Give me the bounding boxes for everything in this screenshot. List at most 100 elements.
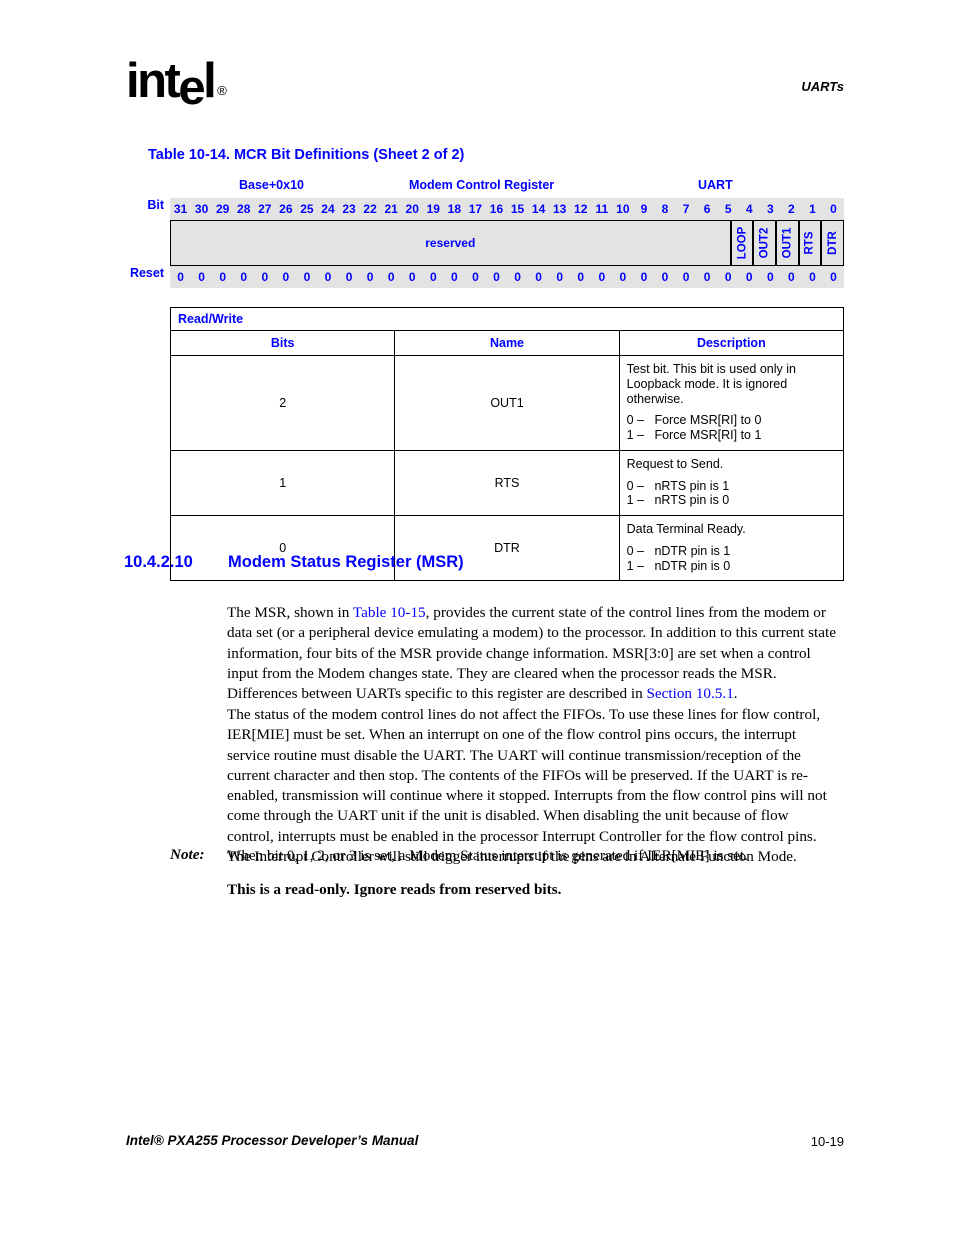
logo-text-post: l [203,54,217,108]
reset-value-bit-24: 0 [324,270,332,284]
reset-value-bit-15: 0 [514,270,521,284]
cell-description: Request to Send. 0 – nRTS pin is 11 – nRT… [618,449,845,517]
reset-value-bit-4: 0 [745,270,753,284]
logo-text-e: e [178,61,205,115]
xref-section-10-5-1[interactable]: Section 10.5.1 [646,685,733,702]
column-header-description: Description [618,330,845,356]
bit-number-10: 10 [616,202,630,216]
section-number: 10.4.2.10 [124,553,193,571]
register-field-out2: OUT2 [753,220,776,266]
reset-value-bit-2: 0 [788,270,795,284]
column-header-bits: Bits [169,330,396,356]
description-option-0: 0 – nRTS pin is 1 [626,478,730,493]
column-header-name: Name [394,330,620,356]
para1-text-a: The MSR, shown in [227,604,353,622]
intel-logo: intel ® [126,54,227,113]
reset-value-bit-0: 0 [830,270,837,284]
xref-table-10-15[interactable]: Table 10-15 [353,604,426,621]
bit-number-11: 11 [595,202,609,216]
reset-value-bit-8: 0 [661,270,669,284]
bit-number-25: 25 [300,202,314,216]
bit-number-22: 22 [363,202,377,216]
bit-number-8: 8 [661,202,669,216]
bit-number-29: 29 [215,202,230,216]
cell-description: Data Terminal Ready. 0 – nDTR pin is 11 –… [618,514,845,582]
table-caption: Table 10-14. MCR Bit Definitions (Sheet … [148,147,465,163]
cell-bits: 1 [169,449,396,517]
bit-number-14: 14 [531,202,546,216]
reset-value-bit-10: 0 [619,270,627,284]
reset-value-bit-5: 0 [724,270,732,284]
reset-value-bit-30: 0 [198,270,205,284]
bit-number-row: Bit 31 30 29 28 27 26 25 24 23 22 21 20 19 18 17 16 15 14… [147,198,844,220]
reset-value-bit-12: 0 [577,270,585,284]
access-type: Read/Write [170,307,844,331]
bit-number-30: 30 [194,202,209,216]
reset-value-bit-16: 0 [493,270,500,284]
bit-number-23: 23 [342,202,356,216]
cell-bits: 2 [169,355,396,451]
reset-value-bit-6: 0 [703,270,711,284]
bit-number-15: 15 [510,202,525,216]
note-text: When bit 0, 1, 2, or 3 is set, a Modem S… [227,847,748,864]
bit-number-26: 26 [279,202,293,216]
page-header: intel ® UARTs [0,0,954,130]
bit-definitions-table: Read/Write Bits Name Description 2 OUT1 Te… [169,307,845,582]
reset-value-bit-9: 0 [640,270,648,284]
field-label-out2: OUT2 [758,227,771,259]
bit-number-13: 13 [552,202,567,216]
register-unit: UART [698,178,733,192]
register-field-loop: LOOP [730,220,754,266]
section-heading: 10.4.2.10 Modem Status Register (MSR) [124,553,464,572]
reset-value-row: Reset 00000000000000000000000000000000 [130,266,844,288]
reset-value-bit-22: 0 [366,270,374,284]
access-row: Read/Write [170,307,844,331]
reset-value-bit-7: 0 [682,270,690,284]
description-option-1: 1 – nDTR pin is 0 [626,558,731,573]
column-header-row: Bits Name Description [169,330,845,356]
registered-trademark-icon: ® [217,83,227,98]
cell-name: OUT1 [394,355,620,451]
reset-value-bit-13: 0 [556,270,563,284]
reset-value-bit-3: 0 [766,270,774,284]
reset-value-bit-17: 0 [472,270,479,284]
bit-number-27: 27 [258,202,272,216]
paragraph-flow-control: The status of the modem control lines do… [227,706,827,865]
reset-value-bit-1: 0 [809,270,816,284]
register-field-dtr: DTR [821,220,844,266]
reset-value-bit-25: 0 [303,270,311,284]
description-option-1: 1 – Force MSR[RI] to 1 [626,428,762,442]
reset-value-bit-28: 0 [240,270,248,284]
register-name: Modem Control Register [409,178,555,192]
read-only-note: This is a read-only. Ignore reads from r… [227,881,562,898]
bit-number-17: 17 [468,202,483,216]
reset-value-bit-27: 0 [261,270,269,284]
bit-number-16: 16 [489,202,504,216]
description-lead: Test bit. This bit is used only in Loopb… [626,362,796,406]
reset-value-bit-20: 0 [408,270,416,284]
register-banner: Base+0x10 Modem Control Register UART [170,178,844,198]
reset-value-bit-29: 0 [219,270,226,284]
bit-number-9: 9 [640,202,648,216]
register-field-rts: RTS [798,220,822,266]
bit-number-6: 6 [703,202,711,216]
page-footer: Intel® PXA255 Processor Developer’s Manu… [126,1133,844,1153]
reset-row-label: Reset [129,266,164,280]
register-field-row: reserved LOOP OUT2 OUT1 RTS DTR [170,220,844,266]
bit-number-28: 28 [237,202,251,216]
bit-number-21: 21 [384,202,398,216]
bit-number-18: 18 [447,202,462,216]
register-field-reserved: reserved [170,220,731,266]
description-option-1: 1 – nRTS pin is 0 [626,493,730,508]
logo-text-pre: int [126,54,181,108]
table-row: 2 OUT1 Test bit. This bit is used only in … [169,355,845,451]
reset-value-bit-14: 0 [535,270,542,284]
description-option-0: 0 – Force MSR[RI] to 0 [626,413,762,428]
field-label-loop: LOOP [735,226,748,260]
paragraph-msr-overview: The MSR, shown in Table 10-15, provides … [227,603,839,704]
register-bit-diagram: Base+0x10 Modem Control Register UART Bi… [130,178,844,288]
bit-number-0: 0 [830,202,837,216]
cell-name: RTS [394,449,620,517]
table-row: 1 RTS Request to Send. 0 – nRTS pin is 11 –… [169,449,845,517]
running-header-title: UARTs [801,79,844,94]
